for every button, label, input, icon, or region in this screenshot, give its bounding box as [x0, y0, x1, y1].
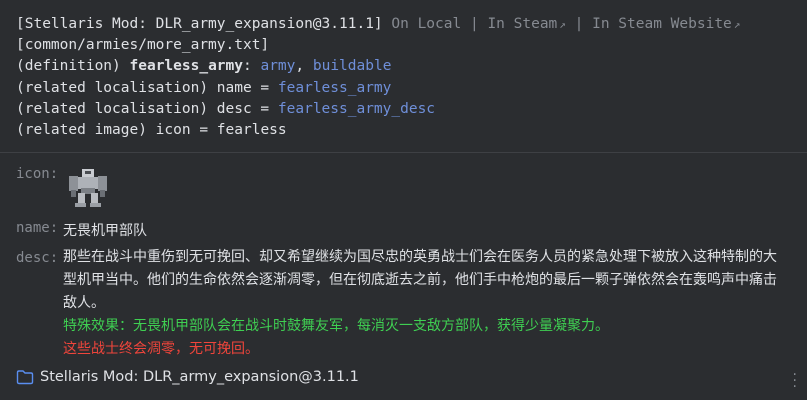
mod-footer-link[interactable]: Stellaris Mod: DLR_army_expansion@3.11.1	[16, 367, 359, 387]
desc-block: 那些在战斗中重伤到无可挽回、却又希望继续为国尽忠的英勇战士们会在医务人员的紧急处…	[63, 246, 788, 361]
file-path[interactable]: [common/armies/more_army.txt]	[16, 35, 807, 56]
definition-colon: :	[243, 58, 261, 75]
name-label: name:	[16, 220, 59, 236]
image-prefix: (related image) icon =	[16, 122, 217, 139]
loc-name-link[interactable]: fearless_army	[278, 80, 392, 96]
on-local-link[interactable]: On Local	[391, 16, 461, 32]
icon-label: icon:	[16, 166, 59, 182]
external-link-icon: ↗	[733, 18, 741, 31]
definition-line: (definition) fearless_army: army, builda…	[16, 56, 807, 77]
definition-name: fearless_army	[129, 58, 244, 75]
footer-mod-label: Stellaris Mod: DLR_army_expansion@3.11.1	[40, 369, 359, 385]
desc-effect: 特殊效果：无畏机甲部队会在战斗时鼓舞友军，每消灭一支敌方部队，获得少量凝聚力。	[63, 318, 609, 334]
separator: |	[461, 16, 488, 32]
mech-army-icon	[69, 169, 107, 207]
in-steam-label: In Steam	[487, 16, 558, 32]
desc-label: desc:	[16, 250, 59, 266]
desc-warning: 这些战士终会凋零，无可挽回。	[63, 341, 259, 357]
loc-desc-link[interactable]: fearless_army_desc	[278, 101, 435, 117]
separator: |	[565, 16, 593, 32]
name-value: 无畏机甲部队	[63, 223, 147, 239]
desc-text: 那些在战斗中重伤到无可挽回、却又希望继续为国尽忠的英勇战士们会在医务人员的紧急处…	[63, 249, 777, 311]
loc-desc-prefix: (related localisation) desc =	[16, 100, 278, 117]
image-value: fearless	[216, 122, 287, 139]
quick-doc-header: [Stellaris Mod: DLR_army_expansion@3.11.…	[0, 0, 807, 153]
definition-tag-link[interactable]: buildable	[313, 58, 392, 74]
folder-icon	[16, 370, 34, 385]
in-steam-link[interactable]: In Steam ↗	[487, 16, 565, 32]
definition-type-link[interactable]: army	[260, 58, 295, 74]
in-steam-website-link[interactable]: In Steam Website ↗	[592, 16, 740, 32]
mod-tag: [Stellaris Mod: DLR_army_expansion@3.11.…	[16, 16, 383, 32]
loc-name-prefix: (related localisation) name =	[16, 79, 278, 96]
definition-comma: ,	[295, 58, 313, 75]
mod-tag-line: [Stellaris Mod: DLR_army_expansion@3.11.…	[16, 14, 807, 35]
related-image-line: (related image) icon = fearless	[16, 120, 807, 141]
quick-doc-body: icon: name: 无畏机甲部队 desc: 那些在战斗中重伤到无可挽回、却…	[0, 154, 807, 400]
more-vertical-icon[interactable]: · · ·	[793, 368, 797, 394]
external-link-icon: ↗	[559, 18, 566, 31]
definition-prefix: (definition)	[16, 58, 130, 75]
in-steam-website-label: In Steam Website	[592, 16, 732, 32]
localisation-desc-line: (related localisation) desc = fearless_a…	[16, 99, 807, 120]
localisation-name-line: (related localisation) name = fearless_a…	[16, 78, 807, 99]
